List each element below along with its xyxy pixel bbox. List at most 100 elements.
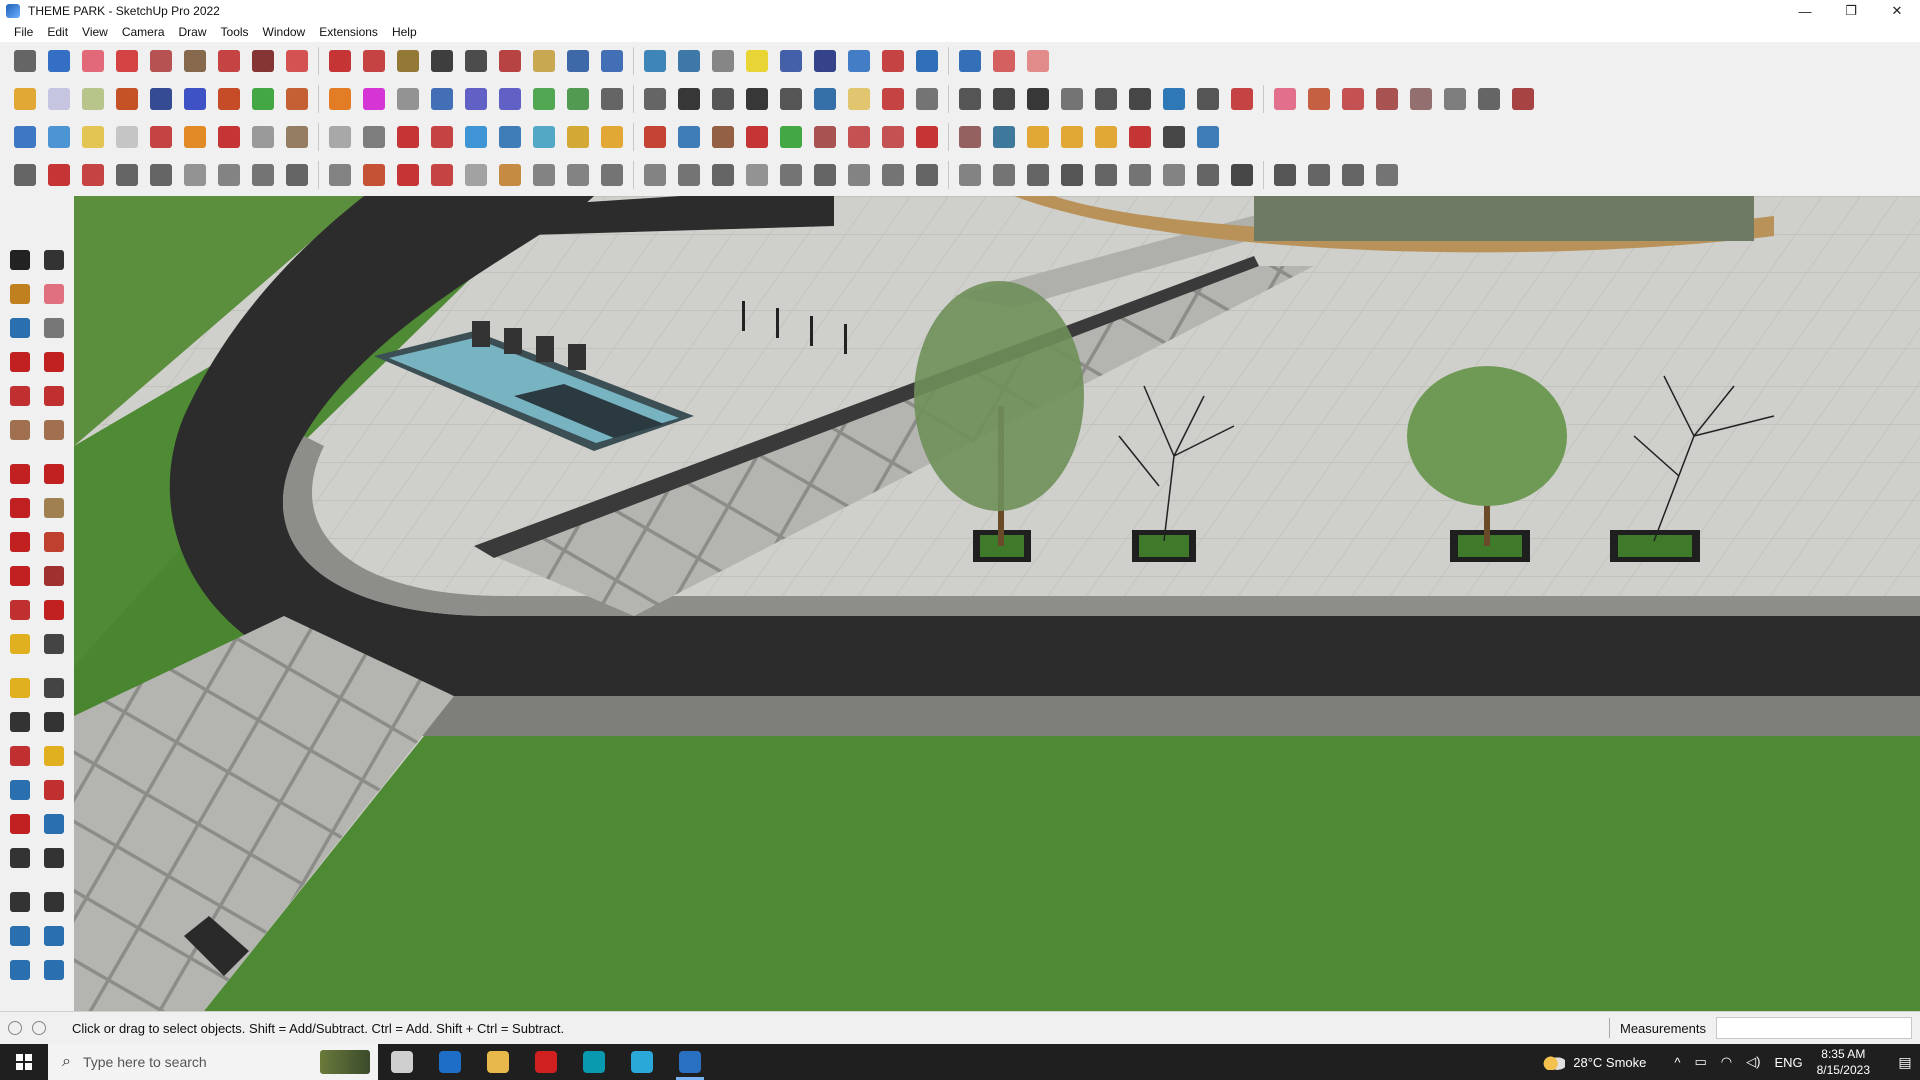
rectangle-icon[interactable] [6,382,34,410]
toolbar-row2-tool-icon[interactable] [282,84,312,114]
task-view-icon[interactable] [378,1044,426,1080]
minimize-button[interactable]: — [1782,0,1828,22]
volume-icon[interactable]: ◁) [1746,1054,1760,1070]
toolbar-row4-tool-icon[interactable] [776,160,806,190]
offset-icon[interactable] [40,596,68,624]
toolbar-row4-tool-icon[interactable] [674,160,704,190]
toolbar-row3-tool-icon[interactable] [495,122,525,152]
toolbar-row4-tool-icon[interactable] [359,160,389,190]
toolbar-row2-tool-icon[interactable] [674,84,704,114]
toolbar-row4-tool-icon[interactable] [248,160,278,190]
toolbar-row2-tool-icon[interactable] [214,84,244,114]
toolbar-row4-tool-icon[interactable] [563,160,593,190]
toolbar-row1-tool-icon[interactable] [495,46,525,76]
toolbar-row3-tool-icon[interactable] [1125,122,1155,152]
toolbar-row3-tool-icon[interactable] [1159,122,1189,152]
toolbar-row1-tool-icon[interactable] [810,46,840,76]
toolbar-row4-tool-icon[interactable] [955,160,985,190]
toolbar-row1-tool-icon[interactable] [529,46,559,76]
toolbar-row2-tool-icon[interactable] [146,84,176,114]
sketchup-icon[interactable] [666,1044,714,1080]
toolbar-row4-tool-icon[interactable] [989,160,1019,190]
toolbar-row3-tool-icon[interactable] [597,122,627,152]
toolbar-row2-tool-icon[interactable] [1372,84,1402,114]
toolbar-row4-tool-icon[interactable] [529,160,559,190]
toolbar-row2-tool-icon[interactable] [359,84,389,114]
toolbar-row2-tool-icon[interactable] [461,84,491,114]
toolbar-row4-tool-icon[interactable] [1372,160,1402,190]
toolbar-row4-tool-icon[interactable] [597,160,627,190]
layers-icon[interactable] [6,956,34,984]
toolbar-row2-tool-icon[interactable] [1023,84,1053,114]
toolbar-row2-tool-icon[interactable] [112,84,142,114]
toolbar-row2-tool-icon[interactable] [640,84,670,114]
toolbar-row1-tool-icon[interactable] [878,46,908,76]
weather-icon[interactable] [1543,1054,1566,1070]
acrobat-icon[interactable] [522,1044,570,1080]
toolbar-row1-tool-icon[interactable] [282,46,312,76]
toolbar-row3-tool-icon[interactable] [674,122,704,152]
start-button[interactable] [0,1044,48,1080]
toolbar-row4-tool-icon[interactable] [325,160,355,190]
toolbar-row2-tool-icon[interactable] [1474,84,1504,114]
toolbar-row3-tool-icon[interactable] [810,122,840,152]
toolbar-row4-tool-icon[interactable] [1227,160,1257,190]
measurements-input[interactable] [1716,1017,1912,1039]
toolbar-row3-tool-icon[interactable] [248,122,278,152]
orbit-tool-icon[interactable] [6,742,34,770]
toolbar-row3-tool-icon[interactable] [78,122,108,152]
toolbar-row3-tool-icon[interactable] [844,122,874,152]
toolbar-row2-tool-icon[interactable] [1406,84,1436,114]
toolbar-row4-tool-icon[interactable] [10,160,40,190]
toolbar-row1-tool-icon[interactable] [955,46,985,76]
wifi-icon[interactable]: ◠ [1721,1054,1732,1070]
toolbar-row1-tool-icon[interactable] [78,46,108,76]
toolbar-row1-tool-icon[interactable] [989,46,1019,76]
toolbar-row3-tool-icon[interactable] [955,122,985,152]
toolbar-row1-tool-icon[interactable] [248,46,278,76]
toolbar-row3-tool-icon[interactable] [325,122,355,152]
toolbar-row4-tool-icon[interactable] [912,160,942,190]
toolbar-row4-tool-icon[interactable] [708,160,738,190]
toolbar-row4-tool-icon[interactable] [180,160,210,190]
toolbar-row4-tool-icon[interactable] [282,160,312,190]
toolbar-row2-tool-icon[interactable] [78,84,108,114]
toolbar-row1-tool-icon[interactable] [44,46,74,76]
toolbar-row3-tool-icon[interactable] [44,122,74,152]
toolbar-row2-tool-icon[interactable] [495,84,525,114]
toolbar-row2-tool-icon[interactable] [878,84,908,114]
toolbar-row4-tool-icon[interactable] [427,160,457,190]
toolbar-row4-tool-icon[interactable] [844,160,874,190]
toolbar-row4-tool-icon[interactable] [878,160,908,190]
toolbar-row1-tool-icon[interactable] [461,46,491,76]
toolbar-row3-tool-icon[interactable] [214,122,244,152]
toolbar-row1-tool-icon[interactable] [427,46,457,76]
text-icon[interactable] [40,674,68,702]
protractor-icon[interactable] [6,674,34,702]
walk-icon[interactable] [6,888,34,916]
toolbar-row3-tool-icon[interactable] [776,122,806,152]
toolbar-row3-tool-icon[interactable] [1193,122,1223,152]
eraser-icon[interactable] [40,280,68,308]
toolbar-row1-tool-icon[interactable] [844,46,874,76]
toolbar-row3-tool-icon[interactable] [640,122,670,152]
dimension-icon[interactable] [40,630,68,658]
toolbar-row1-tool-icon[interactable] [325,46,355,76]
toolbar-row3-tool-icon[interactable] [1023,122,1053,152]
toolbar-row2-tool-icon[interactable] [325,84,355,114]
battery-icon[interactable]: ▭ [1694,1054,1706,1070]
toolbar-row1-tool-icon[interactable] [776,46,806,76]
toolbar-row2-tool-icon[interactable] [427,84,457,114]
rotate-icon[interactable] [6,562,34,590]
taskbar-search[interactable]: ⌕ Type here to search [48,1044,378,1080]
toolbar-row3-tool-icon[interactable] [282,122,312,152]
follow-me-icon[interactable] [40,562,68,590]
menu-help[interactable]: Help [385,22,424,42]
line-icon[interactable] [6,348,34,376]
toolbar-row1-tool-icon[interactable] [180,46,210,76]
3ds-max-icon[interactable] [570,1044,618,1080]
toolbar-row4-tool-icon[interactable] [1125,160,1155,190]
toolbar-row1-tool-icon[interactable] [563,46,593,76]
select-icon[interactable] [6,246,34,274]
two-point-arc-icon[interactable] [40,460,68,488]
